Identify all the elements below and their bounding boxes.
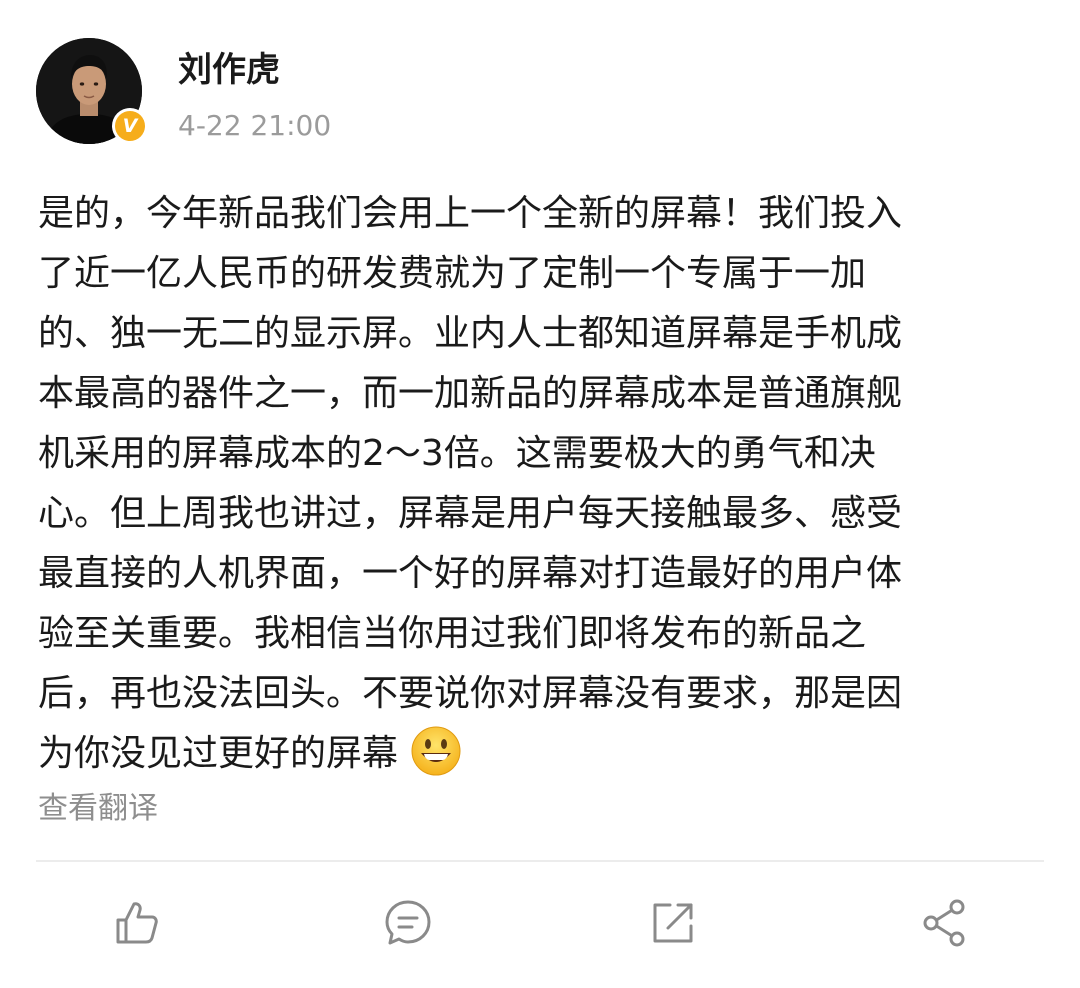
post-body-line: 本最高的器件之一，而一加新品的屏幕成本是普通旗舰 <box>38 373 903 414</box>
share-button[interactable] <box>918 896 972 950</box>
thumbs-up-icon <box>116 902 158 944</box>
grinning-face-icon <box>410 725 462 777</box>
post-body-line: 机采用的屏幕成本的2～3倍。这需要极大的勇气和决 <box>38 433 876 474</box>
post-timestamp: 4-22 21:00 <box>178 109 332 142</box>
like-button[interactable] <box>110 896 164 950</box>
post-body-line: 了近一亿人民币的研发费就为了定制一个专属于一加 <box>38 253 867 294</box>
post-body-line: 是的，今年新品我们会用上一个全新的屏幕！我们投入 <box>38 193 903 234</box>
author-name[interactable]: 刘作虎 <box>178 48 280 92</box>
comment-icon <box>385 900 431 945</box>
repost-button[interactable] <box>646 896 700 950</box>
post-body-line: 最直接的人机界面，一个好的屏幕对打造最好的用户体 <box>38 553 903 594</box>
verified-badge-icon: V <box>112 108 148 144</box>
post-body-line: 后，再也没法回头。不要说你对屏幕没有要求，那是因 <box>38 673 903 714</box>
repost-icon <box>653 903 693 943</box>
post-body-line-text: 为你没见过更好的屏幕 <box>38 733 399 774</box>
post-body-line: 验至关重要。我相信当你用过我们即将发布的新品之 <box>38 613 867 654</box>
post-body-line: 心。但上周我也讲过，屏幕是用户每天接触最多、感受 <box>38 493 903 534</box>
divider <box>36 860 1044 862</box>
post-body-line: 的、独一无二的显示屏。业内人士都知道屏幕是手机成 <box>38 313 903 354</box>
weibo-post: V 刘作虎 4-22 21:00 是的，今年新品我们会用上一个全新的屏幕！我们投… <box>0 0 1080 988</box>
share-icon <box>923 899 965 947</box>
post-body: 是的，今年新品我们会用上一个全新的屏幕！我们投入 了近一亿人民币的研发费就为了定… <box>38 184 1048 784</box>
post-body-last-line: 为你没见过更好的屏幕 <box>38 724 1048 784</box>
translate-link[interactable]: 查看翻译 <box>38 786 158 832</box>
comment-button[interactable] <box>381 896 435 950</box>
